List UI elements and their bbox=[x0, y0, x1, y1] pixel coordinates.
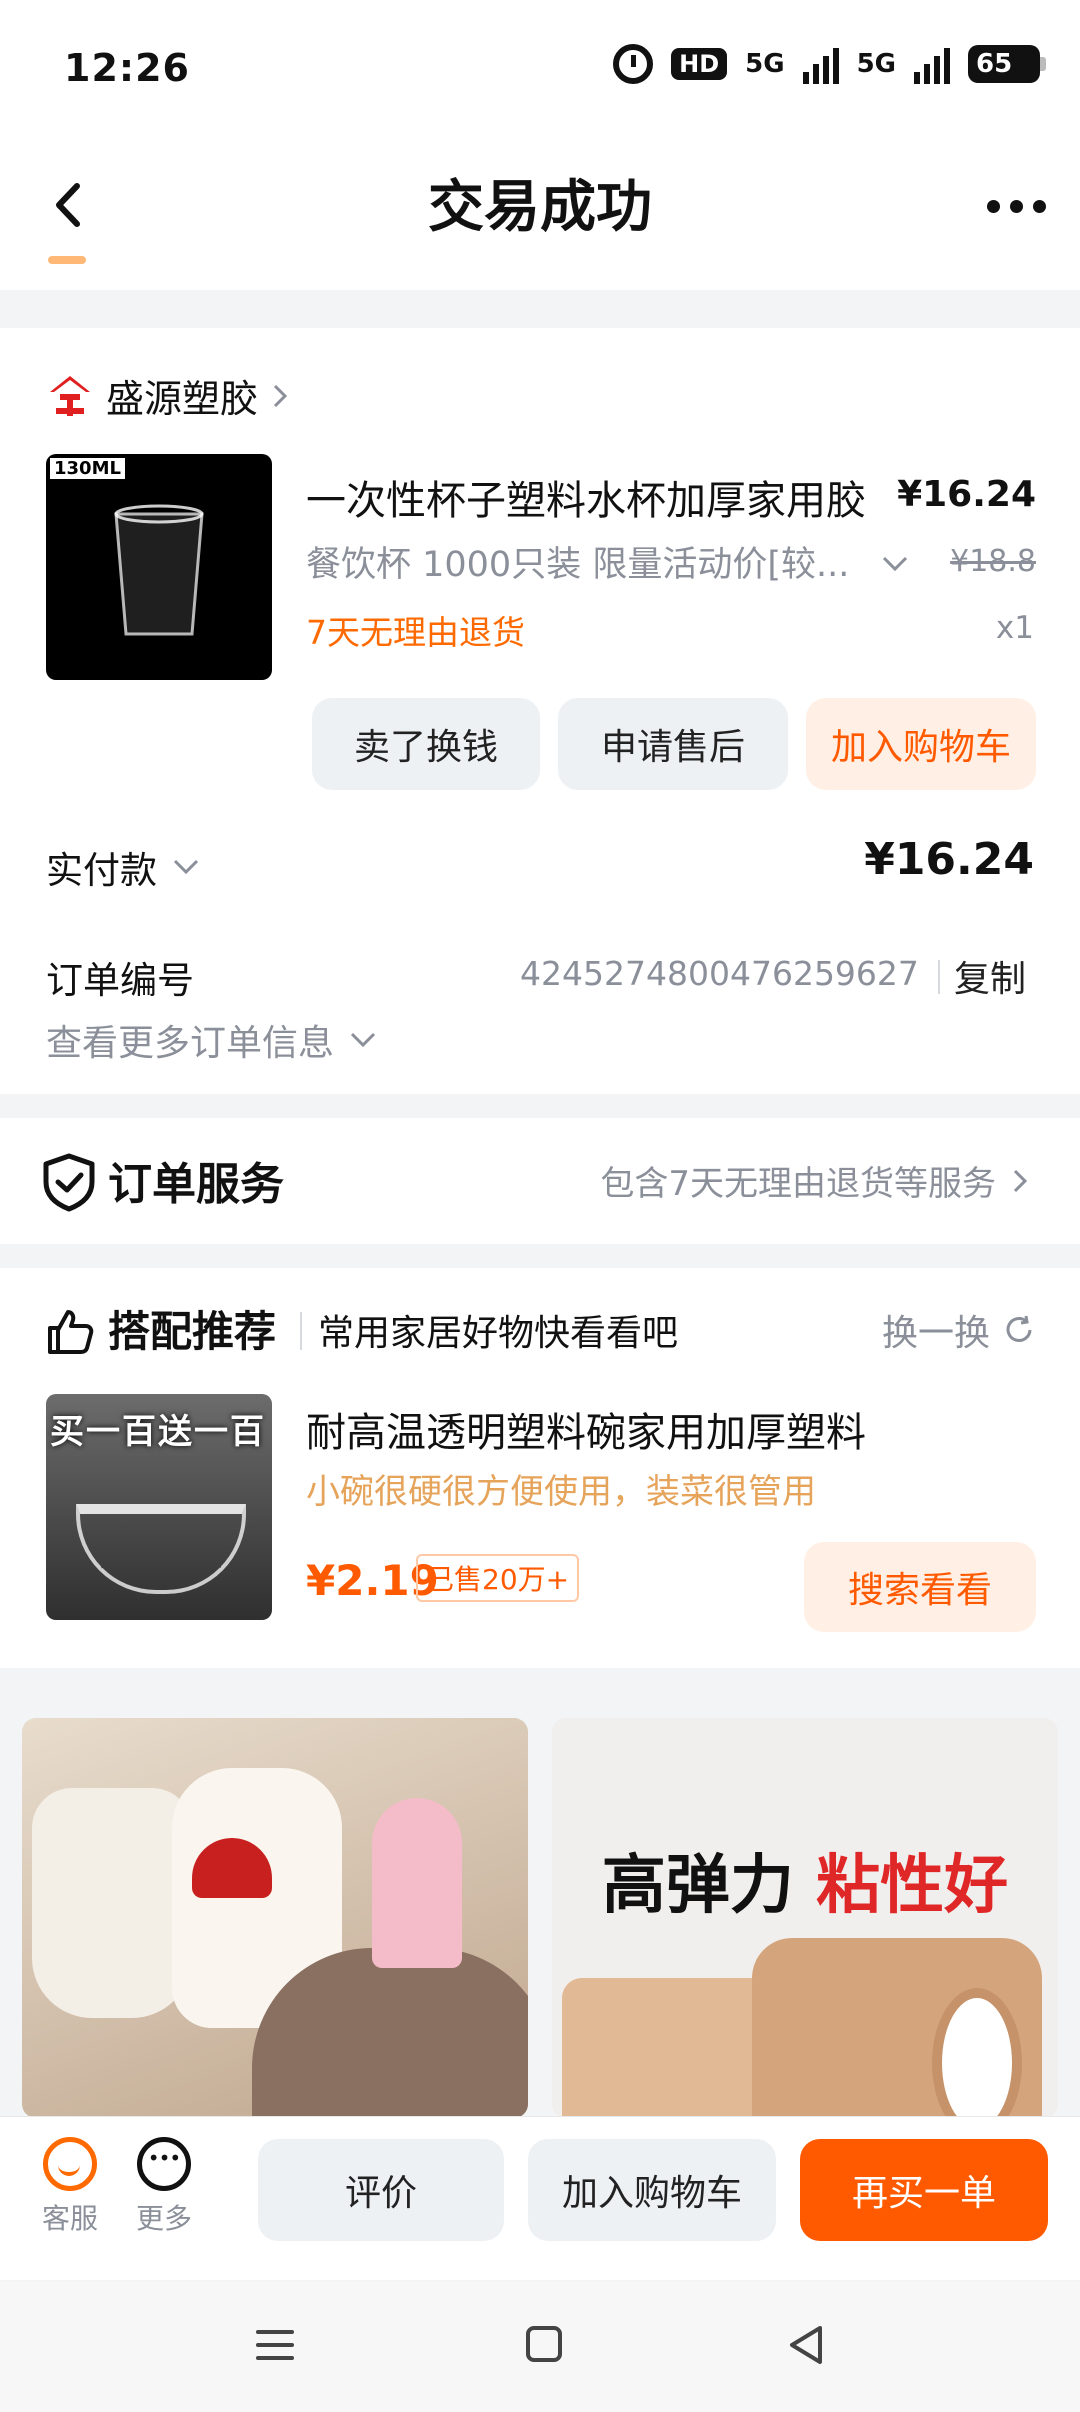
shield-check-icon bbox=[43, 1153, 95, 1212]
add-to-cart-button[interactable]: 加入购物车 bbox=[806, 698, 1036, 790]
status-bar: 12:26 HD 5G 5G 65 bbox=[0, 0, 1080, 140]
product-quantity: x1 bbox=[995, 610, 1034, 646]
bottom-add-to-cart-button[interactable]: 加入购物车 bbox=[528, 2139, 776, 2241]
product-price: ¥16.24 bbox=[897, 474, 1036, 515]
recommend-subtitle: 常用家居好物快看看吧 bbox=[318, 1313, 679, 1354]
home-icon[interactable] bbox=[526, 2326, 562, 2362]
feed-headline-b: 粘性好 bbox=[816, 1849, 1009, 1923]
chevron-right-icon bbox=[1013, 1169, 1028, 1192]
network-label-2: 5G bbox=[856, 49, 896, 79]
return-policy-tag: 7天无理由退货 bbox=[306, 613, 525, 652]
chevron-down-icon bbox=[350, 1032, 376, 1048]
cup-illustration bbox=[114, 504, 204, 636]
system-back-icon[interactable] bbox=[786, 2324, 826, 2366]
refresh-label: 换一换 bbox=[881, 1313, 990, 1354]
product-image-label: 130ML bbox=[50, 458, 125, 479]
divider bbox=[300, 1312, 302, 1350]
system-nav-bar bbox=[0, 2282, 1080, 2412]
service-face-icon bbox=[43, 2137, 97, 2191]
recommend-product-desc: 小碗很硬很方便使用，装菜很管用 bbox=[306, 1472, 816, 1512]
chevron-down-icon bbox=[173, 859, 199, 875]
more-circle-icon bbox=[137, 2137, 191, 2191]
feed-headline: 高弹力 粘性好 bbox=[552, 1834, 1058, 1926]
after-sales-button[interactable]: 申请售后 bbox=[558, 698, 788, 790]
towel-illustration bbox=[32, 1788, 192, 2018]
page-title: 交易成功 bbox=[428, 175, 652, 240]
more-button[interactable]: 更多 bbox=[124, 2137, 204, 2237]
customer-service-button[interactable]: 客服 bbox=[30, 2137, 110, 2237]
shop-logo-icon bbox=[50, 375, 90, 416]
battery-icon: 65 bbox=[968, 45, 1046, 83]
shop-link[interactable]: 盛源塑胶 bbox=[46, 368, 290, 423]
sold-count-badge: 已售20万+ bbox=[416, 1554, 580, 1602]
refresh-button[interactable]: 换一换 bbox=[882, 1304, 1036, 1356]
search-button[interactable]: 搜索看看 bbox=[804, 1542, 1036, 1632]
review-button[interactable]: 评价 bbox=[258, 2139, 504, 2241]
feed-headline-a: 高弹力 bbox=[601, 1849, 794, 1923]
service-title: 订单服务 bbox=[108, 1159, 284, 1210]
product-original-price: ¥18.8 bbox=[950, 544, 1036, 579]
order-number: 4245274800476259627 bbox=[520, 954, 919, 993]
hd-badge: HD bbox=[671, 48, 728, 80]
bowl-illustration bbox=[76, 1504, 246, 1594]
bottom-action-bar: 客服 更多 评价 加入购物车 再买一单 bbox=[0, 2116, 1080, 2280]
signal-icon-2 bbox=[914, 44, 950, 84]
more-order-info-link[interactable]: 查看更多订单信息 bbox=[46, 1014, 378, 1066]
more-dots-icon[interactable] bbox=[987, 176, 1046, 236]
service-desc: 包含7天无理由退货等服务 bbox=[600, 1164, 996, 1204]
feed-item-towels[interactable] bbox=[22, 1718, 528, 2118]
paid-label: 实付款 bbox=[46, 849, 157, 892]
recommend-product-image[interactable]: 买一百送一百 bbox=[46, 1394, 272, 1620]
status-time: 12:26 bbox=[64, 46, 190, 90]
order-number-label: 订单编号 bbox=[46, 959, 194, 1002]
shop-name: 盛源塑胶 bbox=[106, 377, 259, 421]
sell-button[interactable]: 卖了换钱 bbox=[312, 698, 540, 790]
status-icons: HD 5G 5G 65 bbox=[613, 44, 1046, 84]
paid-toggle[interactable]: 实付款 bbox=[46, 840, 201, 894]
product-spec[interactable]: 餐饮杯 1000只装 限量活动价[较... bbox=[306, 536, 866, 587]
thumbs-up-icon bbox=[48, 1310, 94, 1354]
menu-icon[interactable] bbox=[256, 2330, 294, 2369]
recommend-card: 搭配推荐 常用家居好物快看看吧 换一换 买一百送一百 耐高温透明塑料碗家用加厚塑… bbox=[0, 1268, 1080, 1668]
order-service-card[interactable]: 订单服务 包含7天无理由退货等服务 bbox=[0, 1118, 1080, 1244]
customer-service-label: 客服 bbox=[41, 2202, 98, 2235]
network-label-1: 5G bbox=[745, 49, 785, 79]
order-card: 盛源塑胶 130ML 一次性杯子塑料水杯加厚家用胶 ¥16.24 餐饮杯 100… bbox=[0, 328, 1080, 1094]
scroll-clip-fragment bbox=[48, 256, 86, 264]
refresh-icon bbox=[1006, 1315, 1032, 1342]
chevron-right-icon bbox=[273, 384, 288, 407]
battery-level: 65 bbox=[976, 49, 1013, 79]
more-order-info-label: 查看更多订单信息 bbox=[46, 1023, 335, 1064]
signal-icon bbox=[802, 44, 839, 84]
bandage-roll-illustration bbox=[752, 1938, 1042, 2118]
chevron-down-icon[interactable] bbox=[880, 554, 910, 574]
product-title[interactable]: 一次性杯子塑料水杯加厚家用胶 bbox=[306, 468, 866, 526]
alarm-icon bbox=[613, 44, 654, 84]
feed-item-bandage[interactable]: 高弹力 粘性好 bbox=[552, 1718, 1058, 2118]
divider bbox=[938, 960, 940, 994]
paid-amount: ¥16.24 bbox=[864, 834, 1034, 885]
nav-bar: 交易成功 bbox=[0, 140, 1080, 290]
buy-again-button[interactable]: 再买一单 bbox=[800, 2139, 1048, 2241]
recommend-title: 搭配推荐 bbox=[108, 1307, 277, 1356]
recommend-image-banner: 买一百送一百 bbox=[50, 1412, 266, 1452]
recommend-product-name[interactable]: 耐高温透明塑料碗家用加厚塑料 bbox=[306, 1400, 866, 1458]
product-image[interactable]: 130ML bbox=[46, 454, 272, 680]
copy-button[interactable]: 复制 bbox=[954, 950, 1026, 1002]
more-label: 更多 bbox=[135, 2202, 192, 2235]
service-desc-link[interactable]: 包含7天无理由退货等服务 bbox=[600, 1156, 1030, 1205]
